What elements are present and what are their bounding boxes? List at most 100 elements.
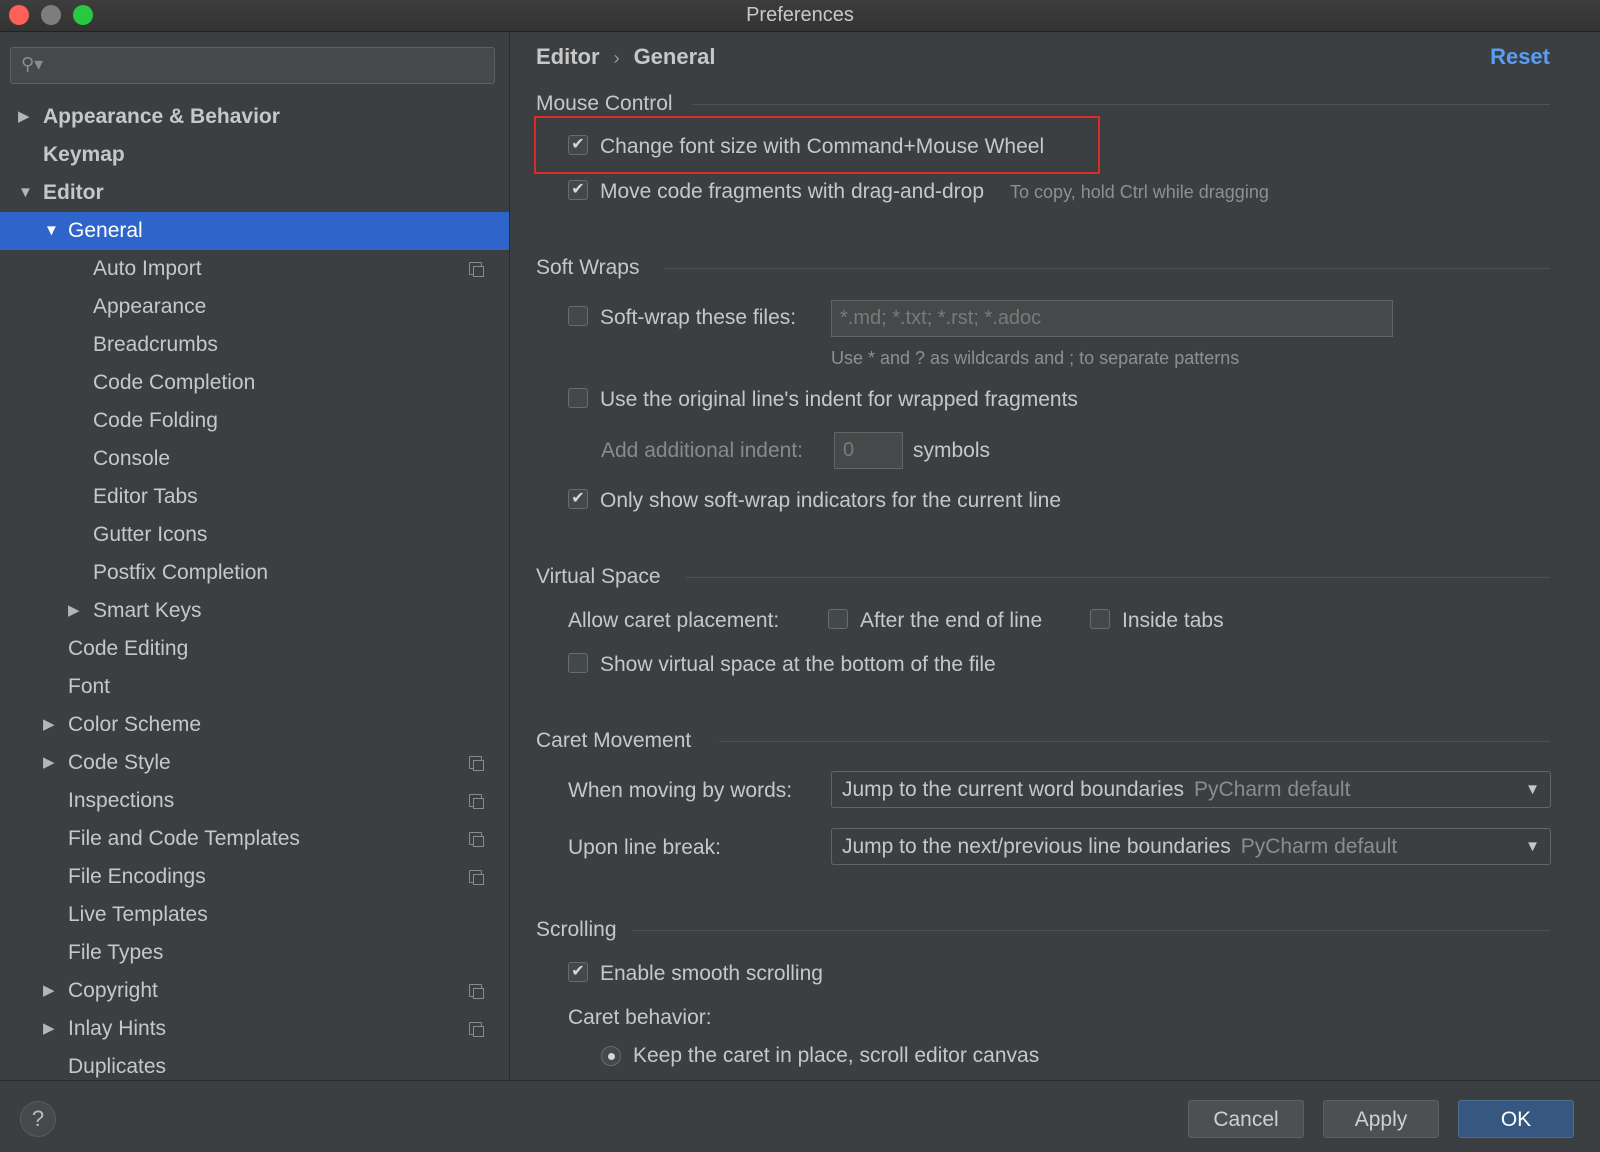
section-title-mouse-control: Mouse Control xyxy=(536,92,673,115)
apply-button[interactable]: Apply xyxy=(1323,1100,1439,1138)
reset-button[interactable]: Reset xyxy=(1490,44,1550,70)
section-title-soft-wraps: Soft Wraps xyxy=(536,256,640,279)
breadcrumb-general: General xyxy=(633,44,716,69)
sidebar-item-appearance-behavior[interactable]: ▶ Appearance & Behavior xyxy=(0,98,509,136)
sidebar-item-gutter-icons[interactable]: Gutter Icons xyxy=(0,516,509,554)
dropdown-arrow-icon: ▼ xyxy=(1525,781,1540,798)
after-end-of-line-checkbox[interactable] xyxy=(828,609,848,630)
inside-tabs-option[interactable]: Inside tabs xyxy=(1090,609,1224,633)
sidebar-item-postfix-completion[interactable]: Postfix Completion xyxy=(0,554,509,592)
moving-by-words-label: When moving by words: xyxy=(568,779,793,802)
soft-wrap-files-checkbox[interactable] xyxy=(568,306,588,327)
ok-button[interactable]: OK xyxy=(1458,1100,1574,1138)
line-break-select[interactable]: Jump to the next/previous line boundarie… xyxy=(831,828,1551,865)
section-divider xyxy=(632,930,1550,931)
project-settings-icon xyxy=(469,756,484,771)
settings-search-input[interactable]: ⚲▾ xyxy=(10,47,495,84)
original-indent-option[interactable]: Use the original line's indent for wrapp… xyxy=(568,388,1078,412)
section-title-caret-movement: Caret Movement xyxy=(536,729,692,752)
project-settings-icon xyxy=(469,1022,484,1037)
sidebar-item-appearance[interactable]: Appearance xyxy=(0,288,509,326)
sidebar-item-inlay-hints[interactable]: ▶ Inlay Hints xyxy=(0,1010,509,1048)
chevron-down-icon[interactable]: ▼ xyxy=(18,174,33,212)
sidebar-item-file-types[interactable]: File Types xyxy=(0,934,509,972)
breadcrumb-separator-icon: › xyxy=(613,48,620,68)
settings-panel: Editor › General Reset Mouse Control Chang… xyxy=(510,32,1600,1080)
sidebar-item-editor[interactable]: ▼ Editor xyxy=(0,174,509,212)
sidebar-item-general[interactable]: ▼ General xyxy=(0,212,509,250)
keep-caret-option[interactable]: Keep the caret in place, scroll editor c… xyxy=(601,1044,1039,1068)
show-virtual-space-checkbox[interactable] xyxy=(568,653,588,674)
sidebar-item-file-code-templates[interactable]: File and Code Templates xyxy=(0,820,509,858)
line-break-label: Upon line break: xyxy=(568,836,721,859)
wildcard-hint: Use * and ? as wildcards and ; to separa… xyxy=(831,348,1240,368)
chevron-right-icon[interactable]: ▶ xyxy=(43,744,55,782)
section-title-scrolling: Scrolling xyxy=(536,918,617,941)
chevron-right-icon[interactable]: ▶ xyxy=(18,98,30,136)
chevron-right-icon[interactable]: ▶ xyxy=(43,972,55,1010)
window-title: Preferences xyxy=(746,4,854,26)
caret-placement-label: Allow caret placement: xyxy=(568,609,780,632)
caret-behavior-label: Caret behavior: xyxy=(568,1006,712,1029)
section-divider xyxy=(719,741,1550,742)
after-end-of-line-option[interactable]: After the end of line xyxy=(828,609,1042,633)
show-virtual-space-option[interactable]: Show virtual space at the bottom of the … xyxy=(568,653,996,677)
breadcrumb: Editor › General xyxy=(536,44,716,70)
help-button[interactable]: ? xyxy=(20,1101,56,1137)
project-settings-icon xyxy=(469,794,484,809)
sidebar-item-inspections[interactable]: Inspections xyxy=(0,782,509,820)
change-font-size-checkbox[interactable] xyxy=(568,135,588,156)
additional-indent-input[interactable]: 0 xyxy=(834,432,903,469)
chevron-right-icon[interactable]: ▶ xyxy=(43,706,55,744)
soft-wrap-patterns-input[interactable]: *.md; *.txt; *.rst; *.adoc xyxy=(831,300,1393,337)
section-divider xyxy=(686,577,1550,578)
project-settings-icon xyxy=(469,832,484,847)
section-title-virtual-space: Virtual Space xyxy=(536,565,661,588)
section-divider xyxy=(664,268,1550,269)
additional-indent-label: Add additional indent: xyxy=(601,439,803,462)
inside-tabs-checkbox[interactable] xyxy=(1090,609,1110,630)
breadcrumb-editor[interactable]: Editor xyxy=(536,44,600,69)
sidebar-item-breadcrumbs[interactable]: Breadcrumbs xyxy=(0,326,509,364)
sidebar-item-auto-import[interactable]: Auto Import xyxy=(0,250,509,288)
sidebar-item-font[interactable]: Font xyxy=(0,668,509,706)
cancel-button[interactable]: Cancel xyxy=(1188,1100,1304,1138)
change-font-size-option[interactable]: Change font size with Command+Mouse Whee… xyxy=(568,135,1044,159)
move-code-fragments-checkbox[interactable] xyxy=(568,180,588,201)
project-settings-icon xyxy=(469,262,484,277)
sidebar-item-keymap[interactable]: Keymap xyxy=(0,136,509,174)
chevron-right-icon[interactable]: ▶ xyxy=(43,1010,55,1048)
sidebar-item-copyright[interactable]: ▶ Copyright xyxy=(0,972,509,1010)
sidebar-item-code-folding[interactable]: Code Folding xyxy=(0,402,509,440)
sidebar-item-console[interactable]: Console xyxy=(0,440,509,478)
moving-by-words-select[interactable]: Jump to the current word boundaries PyCha… xyxy=(831,771,1551,808)
drag-hint: To copy, hold Ctrl while dragging xyxy=(1010,182,1269,202)
smooth-scrolling-checkbox[interactable] xyxy=(568,962,588,983)
section-divider xyxy=(692,104,1550,105)
keep-caret-radio[interactable] xyxy=(601,1046,621,1067)
title-bar: Preferences xyxy=(0,0,1600,32)
indent-unit-label: symbols xyxy=(913,439,991,462)
only-current-line-option[interactable]: Only show soft-wrap indicators for the c… xyxy=(568,489,1061,513)
sidebar-item-duplicates[interactable]: Duplicates xyxy=(0,1048,509,1080)
soft-wrap-files-option[interactable]: Soft-wrap these files: xyxy=(568,306,796,330)
project-settings-icon xyxy=(469,870,484,885)
sidebar-item-code-editing[interactable]: Code Editing xyxy=(0,630,509,668)
sidebar-item-color-scheme[interactable]: ▶ Color Scheme xyxy=(0,706,509,744)
move-code-fragments-option[interactable]: Move code fragments with drag-and-dropTo… xyxy=(568,180,1269,204)
chevron-right-icon[interactable]: ▶ xyxy=(68,592,80,630)
sidebar-item-code-style[interactable]: ▶ Code Style xyxy=(0,744,509,782)
search-icon: ⚲▾ xyxy=(21,54,44,74)
sidebar-item-file-encodings[interactable]: File Encodings xyxy=(0,858,509,896)
sidebar-item-editor-tabs[interactable]: Editor Tabs xyxy=(0,478,509,516)
smooth-scrolling-option[interactable]: Enable smooth scrolling xyxy=(568,962,823,986)
chevron-down-icon[interactable]: ▼ xyxy=(44,212,59,250)
original-indent-checkbox[interactable] xyxy=(568,388,588,409)
sidebar-item-smart-keys[interactable]: ▶ Smart Keys xyxy=(0,592,509,630)
sidebar-item-code-completion[interactable]: Code Completion xyxy=(0,364,509,402)
only-current-line-checkbox[interactable] xyxy=(568,489,588,510)
dialog-footer: ? Cancel Apply OK xyxy=(0,1080,1600,1152)
settings-sidebar: ⚲▾ ▶ Appearance & Behavior Keymap ▼ Edit… xyxy=(0,32,510,1080)
project-settings-icon xyxy=(469,984,484,999)
sidebar-item-live-templates[interactable]: Live Templates xyxy=(0,896,509,934)
